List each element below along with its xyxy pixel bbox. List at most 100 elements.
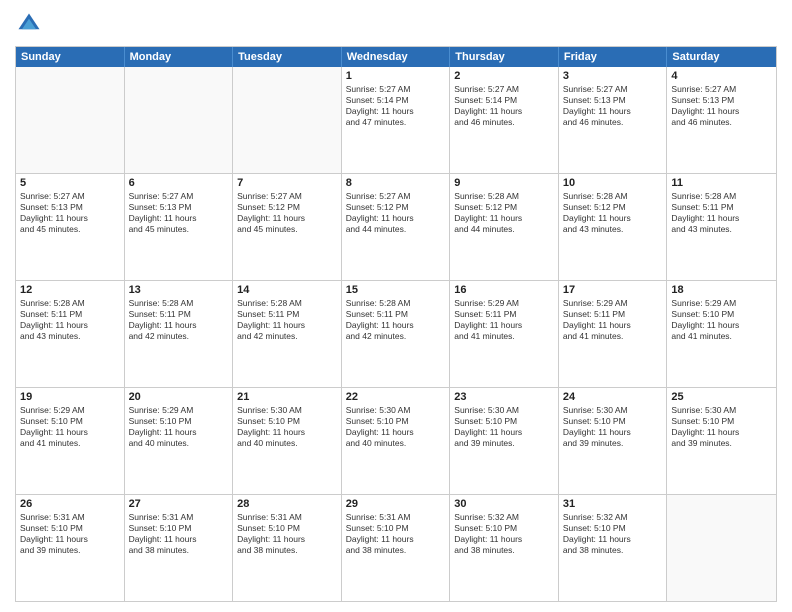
header-day-tuesday: Tuesday [233, 47, 342, 67]
cell-line: Sunset: 5:10 PM [563, 523, 663, 534]
header-day-thursday: Thursday [450, 47, 559, 67]
cell-line: Daylight: 11 hours [20, 320, 120, 331]
cell-line: and 41 minutes. [671, 331, 772, 342]
calendar-body: 1Sunrise: 5:27 AMSunset: 5:14 PMDaylight… [16, 67, 776, 601]
cell-line: Daylight: 11 hours [346, 534, 446, 545]
day-number: 14 [237, 284, 337, 296]
cell-line: and 38 minutes. [237, 545, 337, 556]
cell-line: Daylight: 11 hours [346, 320, 446, 331]
calendar-cell [667, 495, 776, 601]
cell-line: Sunset: 5:10 PM [346, 523, 446, 534]
calendar-cell: 22Sunrise: 5:30 AMSunset: 5:10 PMDayligh… [342, 388, 451, 494]
cell-line: and 40 minutes. [346, 438, 446, 449]
cell-line: Sunset: 5:10 PM [237, 523, 337, 534]
day-number: 18 [671, 284, 772, 296]
calendar-cell [16, 67, 125, 173]
day-number: 5 [20, 177, 120, 189]
cell-line: and 39 minutes. [454, 438, 554, 449]
calendar-cell: 26Sunrise: 5:31 AMSunset: 5:10 PMDayligh… [16, 495, 125, 601]
day-number: 22 [346, 391, 446, 403]
header-day-monday: Monday [125, 47, 234, 67]
calendar-cell: 11Sunrise: 5:28 AMSunset: 5:11 PMDayligh… [667, 174, 776, 280]
cell-line: Sunrise: 5:30 AM [237, 405, 337, 416]
cell-line: Sunset: 5:11 PM [563, 309, 663, 320]
day-number: 6 [129, 177, 229, 189]
cell-line: Daylight: 11 hours [346, 106, 446, 117]
day-number: 28 [237, 498, 337, 510]
logo-icon [15, 10, 43, 38]
calendar-cell [233, 67, 342, 173]
cell-line: Sunrise: 5:27 AM [129, 191, 229, 202]
cell-line: and 40 minutes. [237, 438, 337, 449]
calendar-cell: 5 Sunrise: 5:27 AMSunset: 5:13 PMDaylight… [16, 174, 125, 280]
cell-line: Sunrise: 5:29 AM [671, 298, 772, 309]
day-number: 3 [563, 70, 663, 82]
day-number: 31 [563, 498, 663, 510]
cell-line: Daylight: 11 hours [671, 106, 772, 117]
calendar-cell: 10Sunrise: 5:28 AMSunset: 5:12 PMDayligh… [559, 174, 668, 280]
cell-line: Sunset: 5:10 PM [454, 523, 554, 534]
day-number: 23 [454, 391, 554, 403]
cell-line: Sunrise: 5:28 AM [346, 298, 446, 309]
calendar-cell: 7Sunrise: 5:27 AMSunset: 5:12 PMDaylight… [233, 174, 342, 280]
cell-line: Sunrise: 5:28 AM [129, 298, 229, 309]
cell-line: and 44 minutes. [454, 224, 554, 235]
cell-line: Sunrise: 5:29 AM [454, 298, 554, 309]
calendar-cell: 4Sunrise: 5:27 AMSunset: 5:13 PMDaylight… [667, 67, 776, 173]
cell-line: Sunrise: 5:31 AM [20, 512, 120, 523]
calendar-row-0: 1Sunrise: 5:27 AMSunset: 5:14 PMDaylight… [16, 67, 776, 174]
cell-line: Sunset: 5:12 PM [237, 202, 337, 213]
day-number: 21 [237, 391, 337, 403]
cell-line: Daylight: 11 hours [563, 427, 663, 438]
cell-line: Sunrise: 5:28 AM [237, 298, 337, 309]
cell-line: and 41 minutes. [20, 438, 120, 449]
cell-line: and 47 minutes. [346, 117, 446, 128]
cell-line: Daylight: 11 hours [237, 427, 337, 438]
cell-line: and 44 minutes. [346, 224, 446, 235]
calendar-cell: 31Sunrise: 5:32 AMSunset: 5:10 PMDayligh… [559, 495, 668, 601]
day-number: 29 [346, 498, 446, 510]
cell-line: and 38 minutes. [454, 545, 554, 556]
cell-line: and 39 minutes. [20, 545, 120, 556]
cell-line: Sunset: 5:11 PM [129, 309, 229, 320]
cell-line: Sunrise: 5:27 AM [20, 191, 120, 202]
cell-line: Sunrise: 5:27 AM [671, 84, 772, 95]
calendar-cell: 29Sunrise: 5:31 AMSunset: 5:10 PMDayligh… [342, 495, 451, 601]
cell-line: Daylight: 11 hours [129, 213, 229, 224]
cell-line: Sunrise: 5:32 AM [454, 512, 554, 523]
cell-line: Sunset: 5:10 PM [346, 416, 446, 427]
calendar-header: SundayMondayTuesdayWednesdayThursdayFrid… [16, 47, 776, 67]
cell-line: Sunrise: 5:27 AM [346, 84, 446, 95]
cell-line: and 46 minutes. [563, 117, 663, 128]
cell-line: Daylight: 11 hours [563, 213, 663, 224]
day-number: 11 [671, 177, 772, 189]
cell-line: and 38 minutes. [346, 545, 446, 556]
cell-line: Sunset: 5:10 PM [20, 416, 120, 427]
cell-line: Daylight: 11 hours [346, 427, 446, 438]
calendar-cell: 8Sunrise: 5:27 AMSunset: 5:12 PMDaylight… [342, 174, 451, 280]
cell-line: Daylight: 11 hours [237, 534, 337, 545]
cell-line: Sunset: 5:11 PM [20, 309, 120, 320]
day-number: 7 [237, 177, 337, 189]
calendar-cell [125, 67, 234, 173]
cell-line: Daylight: 11 hours [454, 106, 554, 117]
calendar-cell: 2Sunrise: 5:27 AMSunset: 5:14 PMDaylight… [450, 67, 559, 173]
cell-line: Daylight: 11 hours [671, 427, 772, 438]
cell-line: and 42 minutes. [129, 331, 229, 342]
cell-line: and 42 minutes. [346, 331, 446, 342]
day-number: 1 [346, 70, 446, 82]
cell-line: and 41 minutes. [563, 331, 663, 342]
calendar-cell: 25Sunrise: 5:30 AMSunset: 5:10 PMDayligh… [667, 388, 776, 494]
cell-line: Daylight: 11 hours [20, 213, 120, 224]
calendar-cell: 16Sunrise: 5:29 AMSunset: 5:11 PMDayligh… [450, 281, 559, 387]
calendar-cell: 17Sunrise: 5:29 AMSunset: 5:11 PMDayligh… [559, 281, 668, 387]
cell-line: Daylight: 11 hours [454, 534, 554, 545]
day-number: 16 [454, 284, 554, 296]
day-number: 19 [20, 391, 120, 403]
cell-line: Daylight: 11 hours [129, 320, 229, 331]
day-number: 8 [346, 177, 446, 189]
cell-line: Sunrise: 5:30 AM [563, 405, 663, 416]
cell-line: Sunrise: 5:29 AM [20, 405, 120, 416]
cell-line: Daylight: 11 hours [346, 213, 446, 224]
cell-line: Sunset: 5:13 PM [20, 202, 120, 213]
